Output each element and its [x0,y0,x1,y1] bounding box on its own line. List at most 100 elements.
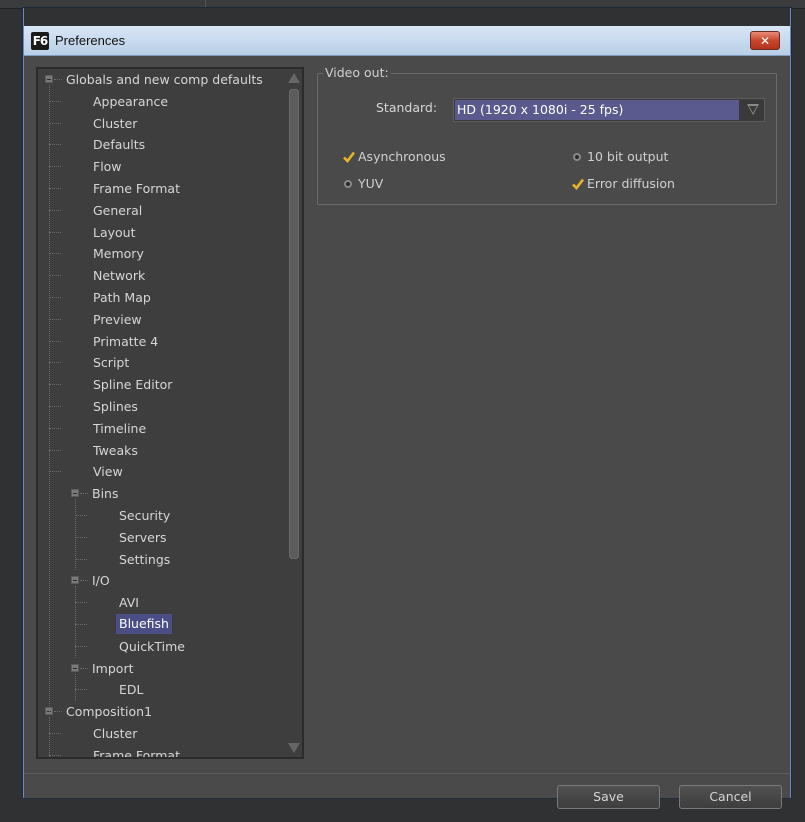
tree-guide-line [75,586,76,658]
tree-item[interactable]: Cluster [38,113,283,135]
tree-guide-line [49,717,50,757]
tree-item-label: Bins [92,486,119,502]
tree-connector [75,645,87,648]
tree-item-label: Servers [119,529,167,545]
tree-connector [80,493,88,495]
tree-connector [49,209,61,212]
close-button[interactable]: ✕ [750,31,780,50]
tree-connector [49,471,61,473]
tree-connector [75,514,87,517]
tree-item-label: Frame Format [93,180,180,196]
tree-connector [80,580,88,582]
yuv-radio[interactable]: YUV [344,176,383,191]
tree-item-label: Preview [93,311,142,327]
tree-item-label: Settings [119,551,171,567]
tree-item-label: General [93,202,143,218]
cancel-button[interactable]: Cancel [679,785,782,809]
ten-bit-output-radio[interactable]: 10 bit output [573,149,669,164]
tree-connector [49,449,61,452]
standard-dropdown-value: HD (1920 x 1080i - 25 fps) [455,100,739,120]
tree-item-label: Splines [93,398,138,414]
tree-item[interactable]: Layout [38,222,283,244]
tree-item[interactable]: Cluster [38,723,283,745]
tree-item-label: Security [119,507,171,523]
titlebar-gap [24,8,790,26]
tree-item-label: Cluster [93,725,138,741]
tree-connector [49,122,61,125]
ten-bit-output-label: 10 bit output [587,149,669,164]
collapse-icon[interactable] [71,576,79,585]
collapse-icon[interactable] [45,75,53,83]
tree-item-label: Layout [93,224,136,240]
tree-connector [75,689,87,691]
dialog-body: Globals and new comp defaults Appearance C… [24,56,790,809]
tree-item[interactable]: Primatte 4 [38,331,283,353]
tree-item-label: Path Map [93,289,151,305]
tree-connector [49,296,61,299]
error-diffusion-label: Error diffusion [587,176,675,191]
tree-scrollbar[interactable] [285,69,302,757]
tree-connector [49,754,61,757]
tree-connector [49,318,61,321]
preferences-dialog: F6 Preferences ✕ Globals and new comp de… [23,8,791,809]
tree-item[interactable]: Tweaks [38,440,283,462]
tree-connector [49,340,61,343]
tree-guide-line [75,673,76,702]
tree-item[interactable]: Memory [38,243,283,265]
radio-icon [573,153,581,161]
tree-item[interactable]: Globals and new comp defaults [38,69,283,91]
tree-item-label: Primatte 4 [93,333,159,349]
tree-item-label: Tweaks [93,442,138,458]
tree-item[interactable]: Splines [38,396,283,418]
close-icon: ✕ [759,33,771,48]
fusion-app-icon: F6 [31,31,49,50]
title-bar[interactable]: F6 Preferences ✕ [24,26,790,56]
tree-item[interactable]: Composition1 [38,701,283,723]
tree-connector [54,79,62,81]
collapse-icon[interactable] [71,489,79,498]
background-divider [205,0,206,8]
standard-dropdown[interactable]: HD (1920 x 1080i - 25 fps) [453,98,765,122]
tree-connector [75,623,87,626]
tree-item[interactable]: Appearance [38,91,283,113]
tree-item-label: Timeline [93,420,147,436]
save-button[interactable]: Save [557,785,660,809]
tree-item-label: Script [93,355,130,371]
scroll-thumb[interactable] [289,89,299,559]
tree-item[interactable]: Script [38,352,283,374]
tree-connector [49,253,61,255]
tree-connector [49,384,61,386]
tree-connector [49,732,61,735]
error-diffusion-checkbox[interactable]: Error diffusion [572,176,675,191]
tree-item[interactable]: Path Map [38,287,283,309]
tree-item[interactable]: Frame Format [38,178,283,200]
tree-item[interactable]: Defaults [38,134,283,156]
scroll-down-arrow-icon[interactable] [288,743,300,753]
tree-item[interactable]: General [38,200,283,222]
tree-connector [75,558,87,561]
tree-item-label: Defaults [93,137,146,153]
tree-item-label: Appearance [93,93,169,109]
tree-item-label: Composition1 [66,704,153,720]
video-out-title: Video out: [323,65,391,80]
dropdown-arrow-icon[interactable] [747,104,759,115]
tree-connector [75,602,87,604]
tree-item[interactable]: View [38,461,283,483]
tree-item[interactable]: Frame Format [38,745,283,759]
tree-item-label: AVI [119,595,139,611]
asynchronous-checkbox[interactable]: Asynchronous [343,149,446,164]
scroll-up-arrow-icon[interactable] [288,73,300,83]
tree-item-label: Frame Format [93,747,180,759]
collapse-icon[interactable] [71,663,79,672]
tree-item[interactable]: Timeline [38,418,283,440]
preferences-tree: Globals and new comp defaults Appearance C… [38,69,283,759]
tree-connector [49,166,61,168]
tree-connector [49,362,61,364]
tree-item-label: Memory [93,246,144,262]
tree-item[interactable]: Network [38,265,283,287]
tree-item[interactable]: Spline Editor [38,374,283,396]
footer-divider [24,773,790,774]
tree-item[interactable]: Flow [38,156,283,178]
tree-item[interactable]: Preview [38,309,283,331]
tree-connector [49,187,61,190]
